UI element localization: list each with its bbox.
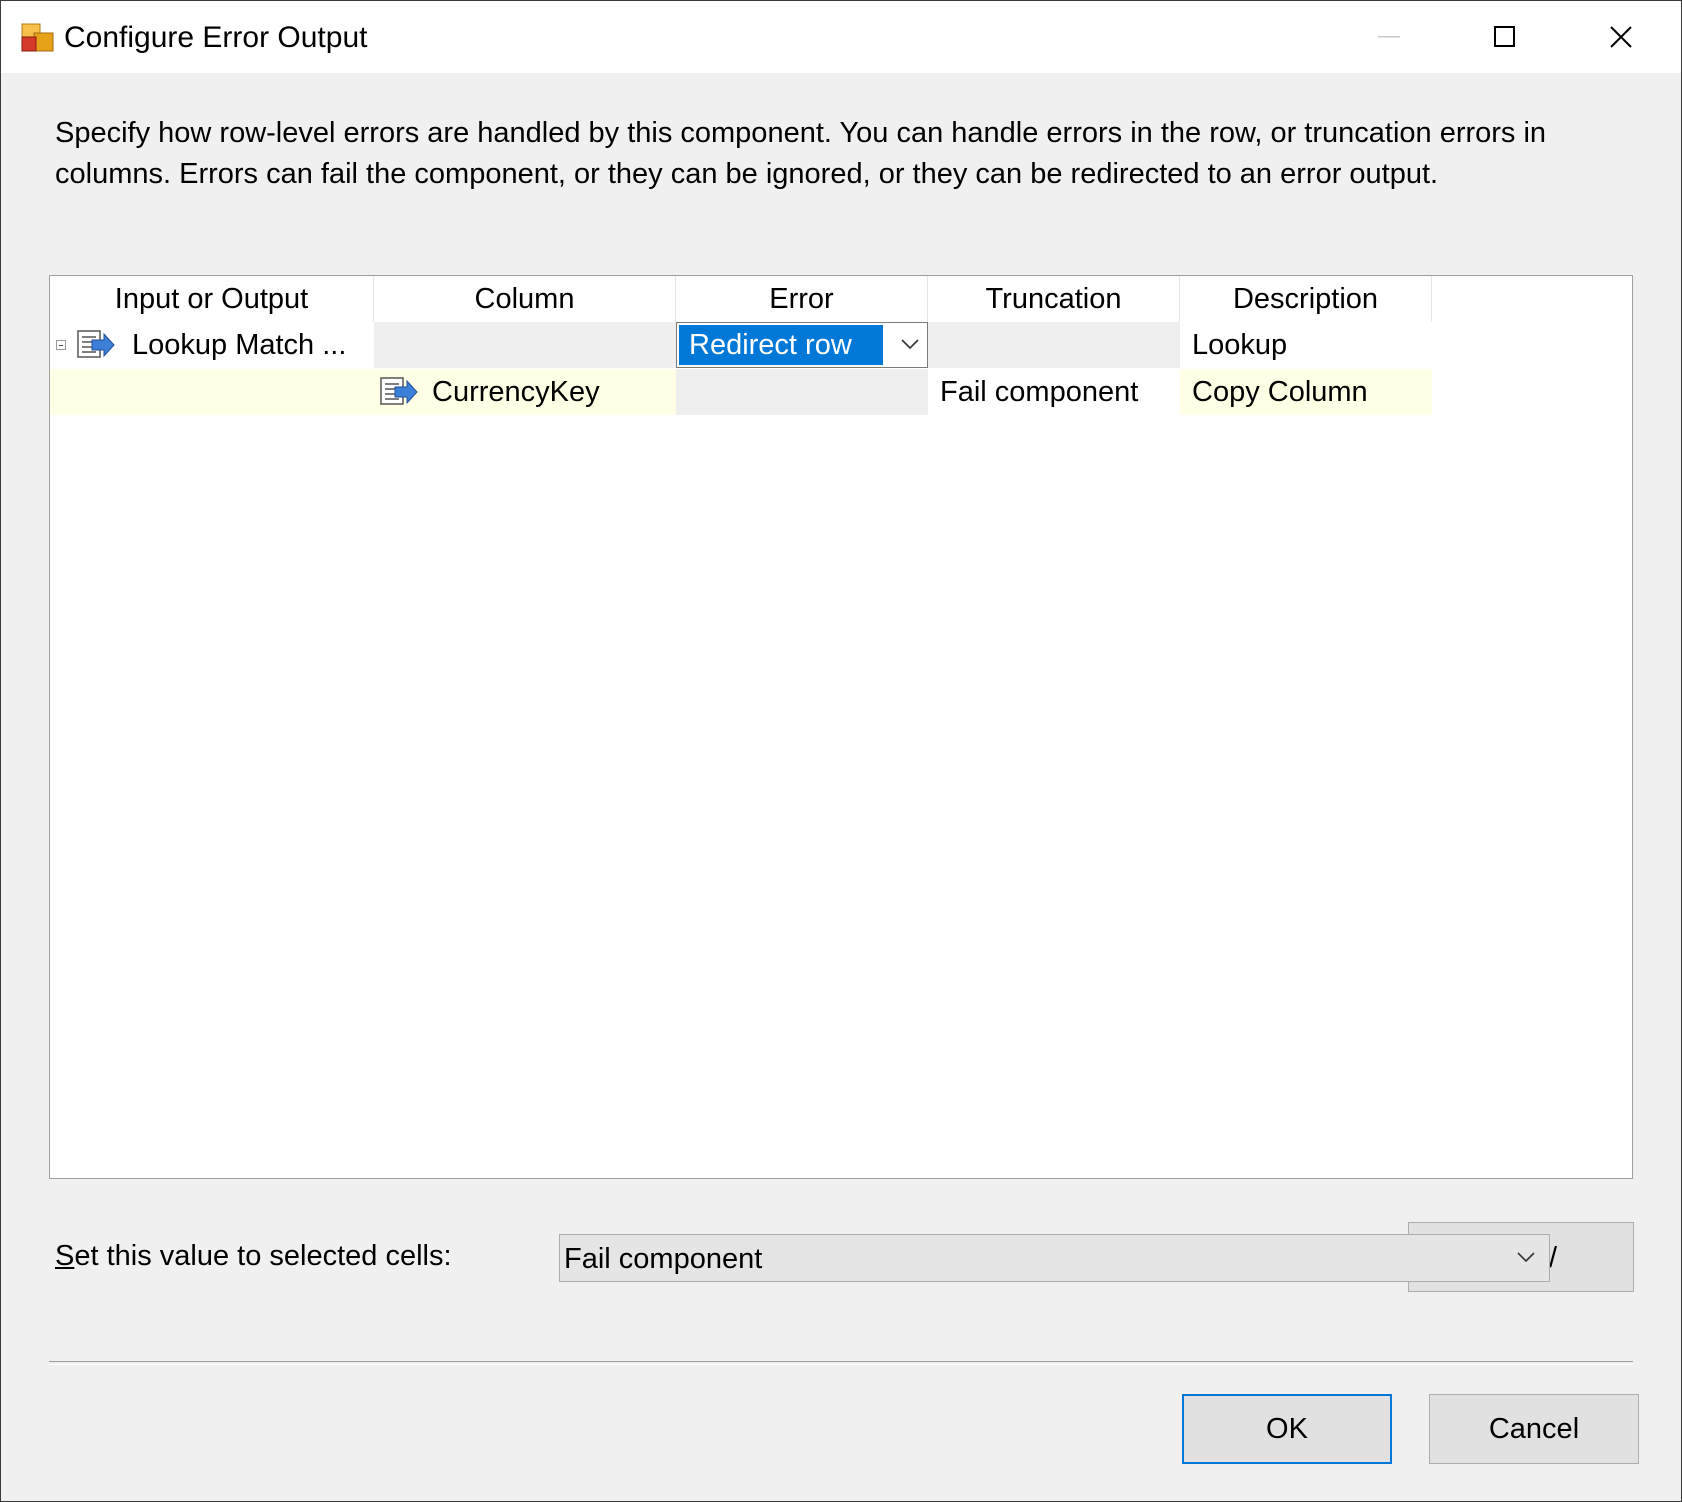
input-column-icon: [380, 377, 418, 405]
set-value-dropdown[interactable]: Fail component: [559, 1234, 1550, 1282]
collapse-icon[interactable]: [56, 340, 66, 350]
separator-line: [49, 1361, 1633, 1365]
output-column-icon: [77, 330, 115, 358]
minimize-icon: [1378, 36, 1400, 38]
chevron-down-icon[interactable]: [1517, 1251, 1535, 1263]
set-value-label: Set this value to selected cells:: [55, 1240, 452, 1272]
column-name: CurrencyKey: [432, 376, 600, 408]
title-bar: Configure Error Output: [1, 1, 1681, 73]
instructions-text: Specify how row-level errors are handled…: [55, 117, 1547, 190]
error-output-grid[interactable]: Input or Output Column Error Truncation …: [49, 275, 1633, 1179]
configure-error-output-dialog: Configure Error Output Specify how row-l…: [0, 0, 1682, 1502]
error-dropdown-value: Redirect row: [679, 325, 883, 365]
output-name: Lookup Match ...: [132, 329, 347, 361]
column-header-column[interactable]: Column: [374, 276, 676, 322]
maximize-icon: [1494, 26, 1515, 47]
column-header-input-or-output[interactable]: Input or Output: [50, 276, 374, 322]
table-cell-input-or-output: [50, 369, 374, 415]
table-cell-truncation[interactable]: Fail component: [928, 369, 1180, 415]
set-value-selected: Fail component: [564, 1243, 763, 1275]
window-title: Configure Error Output: [64, 21, 368, 54]
error-dropdown[interactable]: Redirect row: [676, 322, 928, 368]
ssis-component-icon: [21, 23, 54, 52]
table-cell-description: Copy Column: [1180, 369, 1432, 415]
column-header-truncation[interactable]: Truncation: [928, 276, 1180, 322]
close-icon: [1610, 26, 1632, 48]
table-row-column-cell[interactable]: CurrencyKey: [374, 369, 676, 415]
minimize-button[interactable]: [1331, 1, 1447, 73]
apply-button-label: /: [1549, 1242, 1558, 1274]
chevron-down-icon[interactable]: [901, 338, 919, 350]
close-button[interactable]: [1563, 1, 1679, 73]
table-cell-column: [374, 322, 676, 368]
maximize-button[interactable]: [1447, 1, 1563, 73]
ok-button[interactable]: OK: [1182, 1394, 1392, 1464]
column-header-description[interactable]: Description: [1180, 276, 1432, 322]
cancel-button[interactable]: Cancel: [1429, 1394, 1639, 1464]
column-header-error[interactable]: Error: [676, 276, 928, 322]
table-cell-truncation: [928, 322, 1180, 368]
table-row-output-cell[interactable]: Lookup Match ...: [50, 322, 374, 368]
table-cell-error[interactable]: [676, 369, 928, 415]
table-cell-description: Lookup: [1180, 322, 1432, 368]
